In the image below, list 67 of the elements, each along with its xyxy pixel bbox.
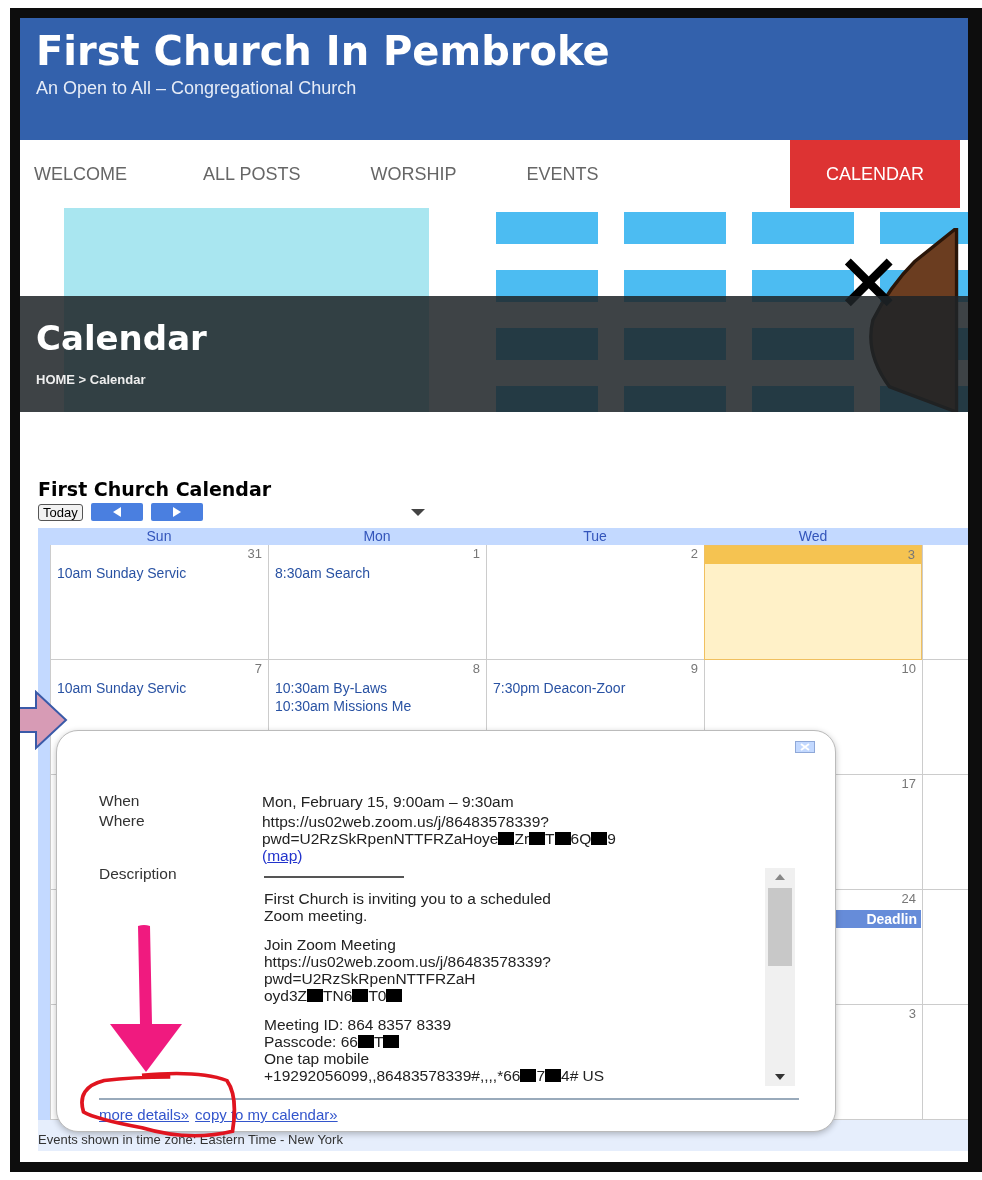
site-title[interactable]: First Church In Pembroke [36,28,952,74]
event-time: Mon, February 15, 9:00am – 9:30am [262,792,514,810]
scroll-up-icon[interactable] [775,874,785,880]
page-title: Calendar [36,318,208,358]
event-link[interactable]: 10:30am Missions Me [269,696,486,714]
map-link[interactable]: (map) [262,847,303,864]
weekday-header: Wed [797,528,829,545]
event-link[interactable]: 10am Sunday Servic [51,678,268,696]
weekday-header: Tue [582,528,608,545]
weekday-header: Mon [362,528,392,545]
today-button[interactable]: Today [38,503,83,521]
description-line: https://us02web.zoom.us/j/86483578339? [264,953,552,970]
dropdown-caret-icon[interactable] [410,508,425,516]
next-button[interactable] [150,503,203,521]
day-cell[interactable] [922,1005,968,1120]
nav-tab[interactable]: EVENTS [512,140,613,208]
day-cell[interactable] [922,775,968,890]
previous-button[interactable] [90,503,143,521]
description-line: One tap mobile [264,1050,371,1067]
field-label: Description [99,864,178,884]
day-number: 10 [900,660,917,678]
scroll-down-icon[interactable] [775,1074,785,1080]
popup-link[interactable]: more details» [99,1106,190,1123]
day-cell[interactable]: 2 [486,545,704,660]
description-line: Join Zoom Meeting [264,936,397,953]
description-line: Zoom meeting. [264,907,369,924]
scrollbar[interactable] [765,868,795,1086]
nav-tab[interactable]: CALENDAR [789,140,960,208]
close-icon[interactable] [795,741,815,753]
day-number: 31 [246,545,263,563]
day-cell[interactable] [922,890,968,1005]
nav-tab[interactable]: WORSHIP [356,140,471,208]
description-line: +19292056099,,86483578339#,,,,*66 7 4# US [264,1067,606,1084]
event-link[interactable]: 8:30am Search [269,563,486,581]
day-number: 9 [689,660,699,678]
description-line: oyd3Z TN6 T0 [264,987,765,1004]
day-number: 3 [705,546,921,564]
day-cell[interactable]: 31 10am Sunday Servic [50,545,268,660]
description-line: pwd=U2RzSkRpenNTTFRZaH [264,970,477,987]
calendar-title: First Church Calendar [38,478,273,500]
breadcrumb: HOME > Calendar [36,372,147,387]
site-tagline: An Open to All – Congregational Church [36,78,358,99]
location-line: pwd=U2RzSkRpenNTTFRZaHoye Zr T 6Q 9 [262,830,616,847]
location-line: https://us02web.zoom.us/j/86483578339? [262,813,550,830]
description-line: Passcode: 66 T [264,1033,765,1050]
nav-tab[interactable]: WELCOME [20,140,141,208]
left-arrow-icon [112,507,121,517]
description-line: First Church is inviting you to a scheduled [264,890,552,907]
event-link[interactable]: 10am Sunday Servic [51,563,268,581]
day-cell[interactable] [922,660,968,775]
day-number: 17 [900,775,917,793]
day-cell[interactable] [922,545,968,660]
day-number: 7 [253,660,263,678]
weekday-header: Sun [145,528,173,545]
day-number: 24 [900,890,917,908]
day-number: 2 [689,545,699,563]
event-link[interactable]: 10:30am By-Laws [269,678,486,696]
day-number: 3 [907,1005,917,1023]
day-cell[interactable]: 1 8:30am Search [268,545,486,660]
event-link[interactable]: 7:30pm Deacon-Zoor [487,678,704,696]
field-label: Where [99,811,146,831]
day-number: 8 [471,660,481,678]
day-number: 1 [471,545,481,563]
field-label: When [99,791,141,811]
right-arrow-icon [172,507,181,517]
description-line: Meeting ID: 864 8357 8339 [264,1016,452,1033]
nav-tab[interactable]: ALL POSTS [189,140,315,208]
